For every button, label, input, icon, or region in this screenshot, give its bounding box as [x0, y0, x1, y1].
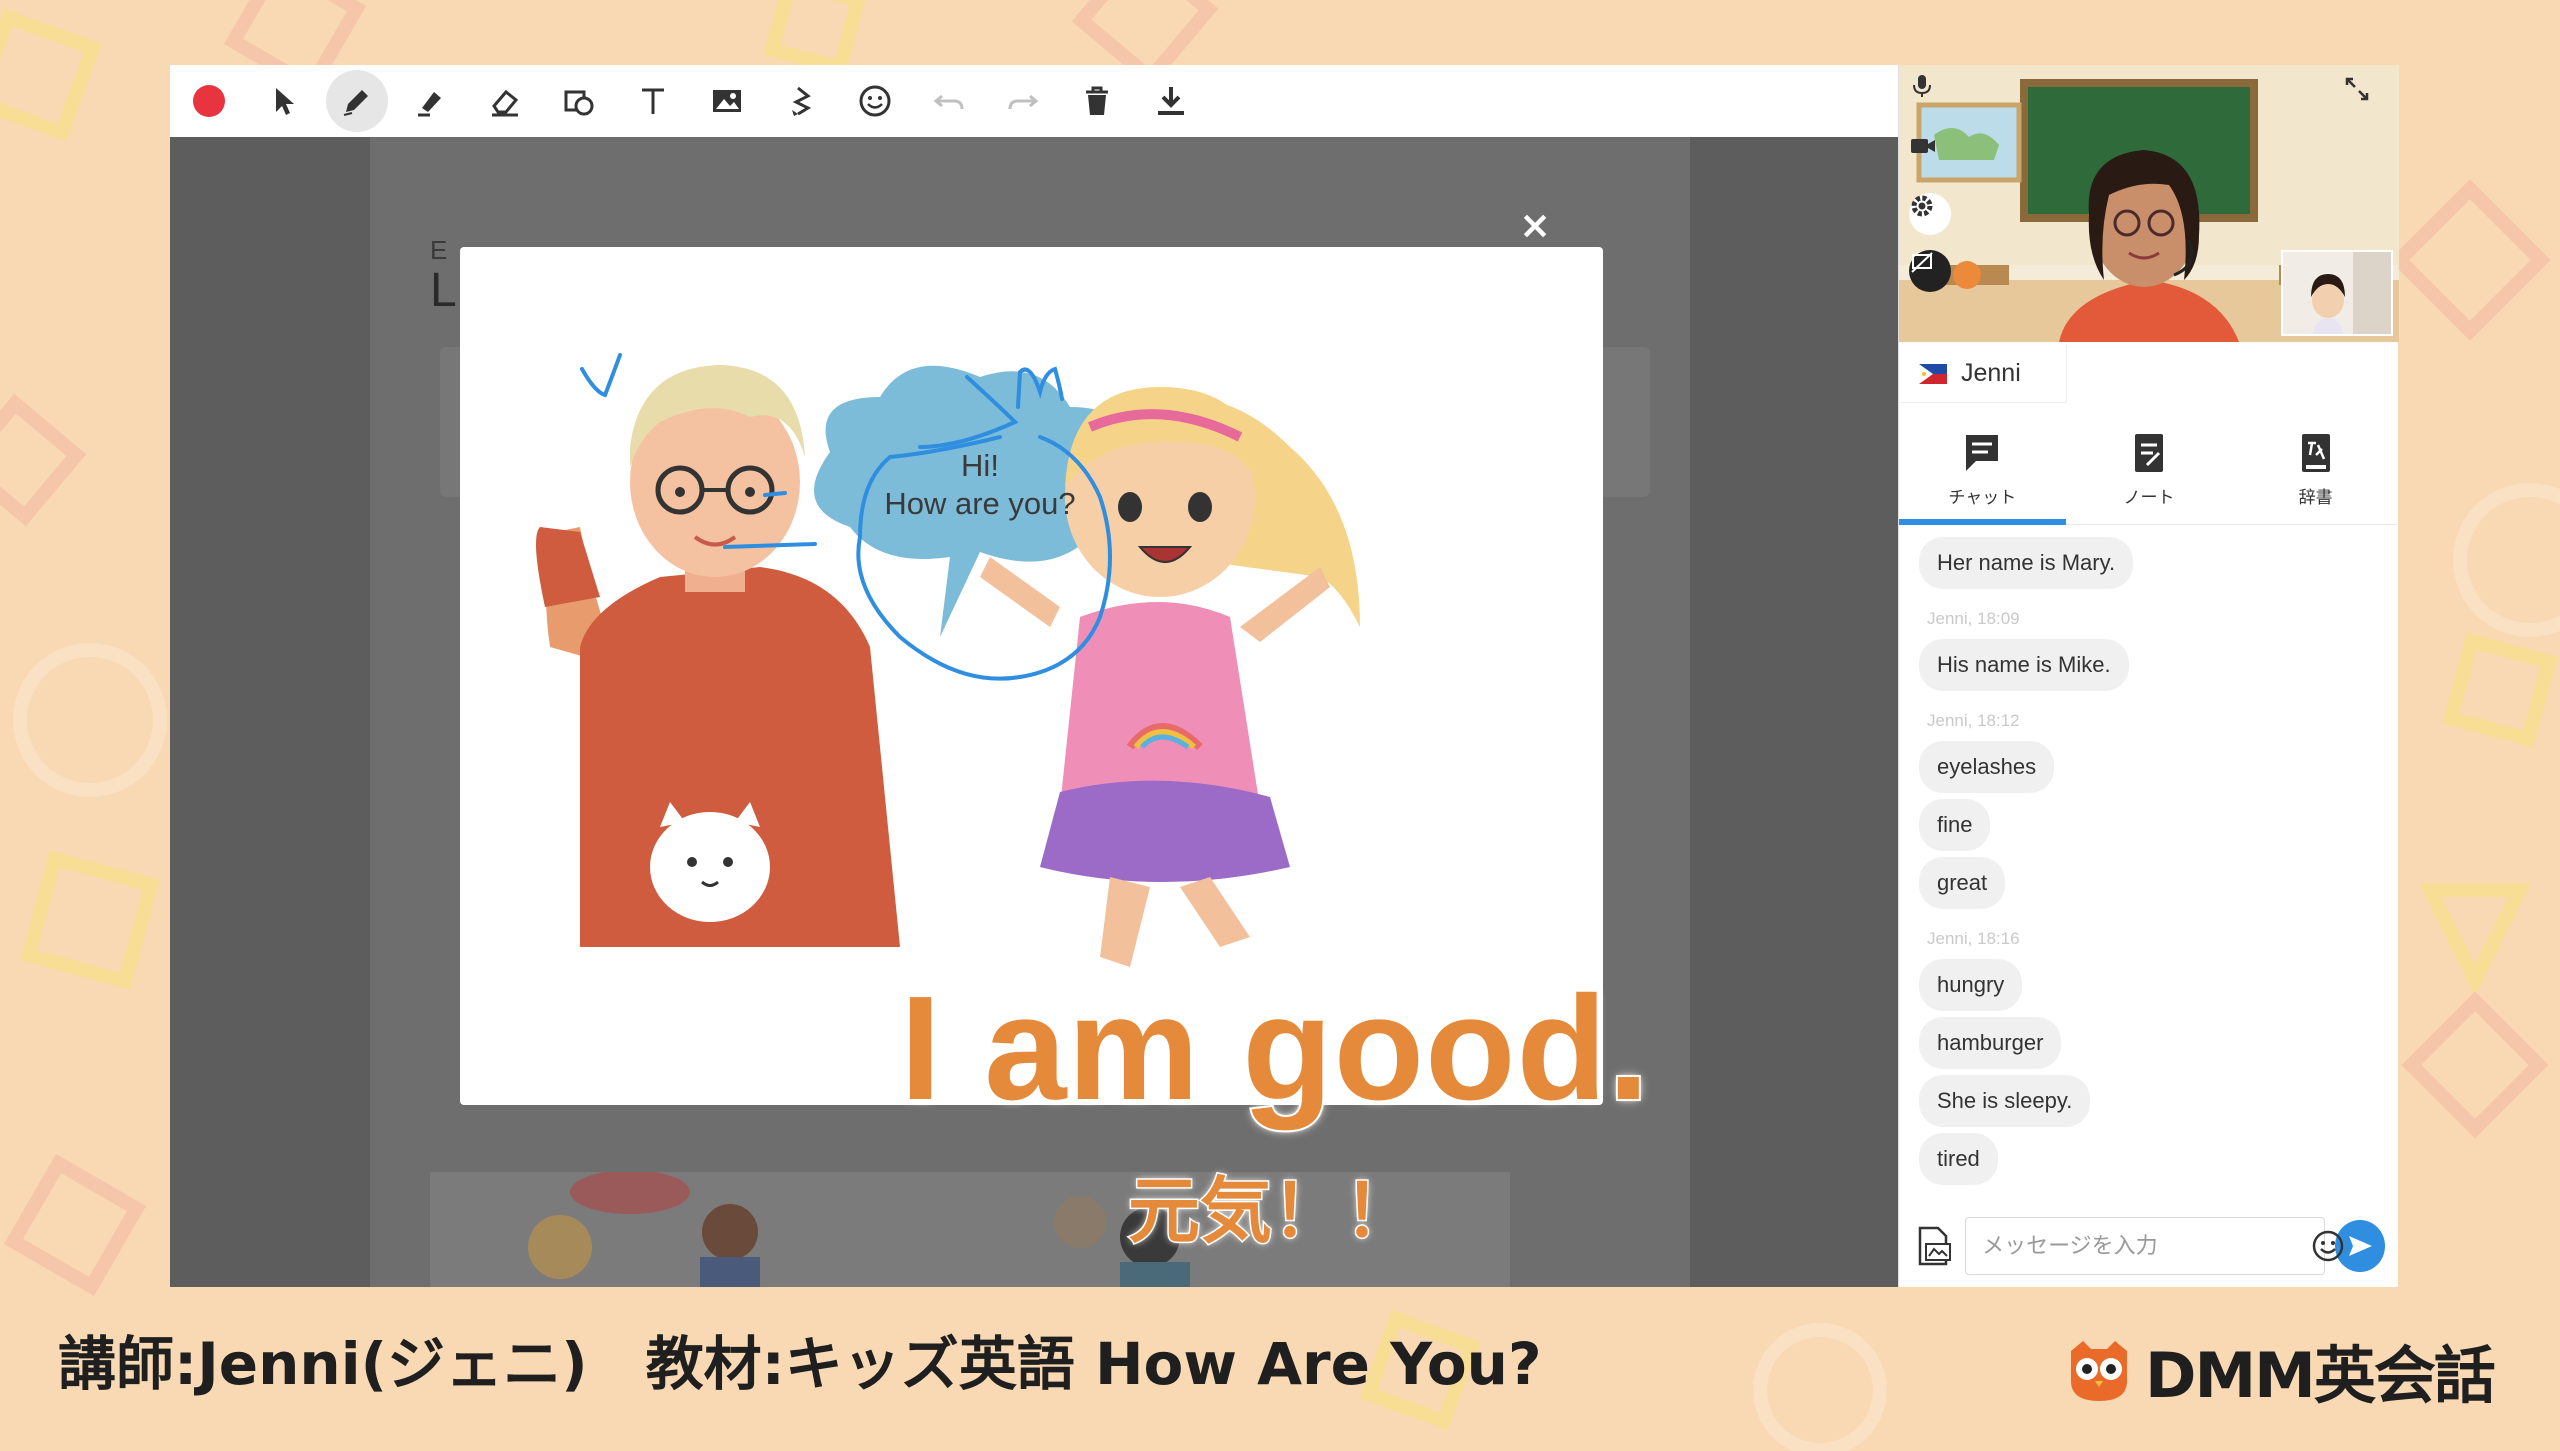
video-camera-icon	[1911, 139, 1935, 153]
tab-dictionary[interactable]: 辞書	[2232, 415, 2399, 524]
send-icon	[2349, 1236, 2373, 1256]
download-icon	[1158, 87, 1184, 115]
eraser-icon	[492, 89, 519, 117]
philippines-flag-icon	[1919, 363, 1947, 384]
trash-icon	[1086, 86, 1108, 115]
marker-tool-button[interactable]	[400, 70, 462, 132]
panel-tabs: チャット ノート 辞書	[1899, 415, 2399, 525]
undo-icon	[933, 94, 964, 110]
highlighter-icon	[418, 92, 441, 117]
chat-message-list[interactable]: Her name is Mary. Jenni, 18:09 His name …	[1899, 525, 2399, 1195]
image-tool-button[interactable]	[696, 70, 758, 132]
chat-message: fine	[1919, 799, 1991, 851]
emoji-icon	[2312, 1230, 2344, 1262]
screen-share-off-button[interactable]	[1909, 250, 1951, 292]
owl-logo-icon	[2071, 1341, 2127, 1401]
message-group: Jenni, 18:09 His name is Mike.	[1919, 609, 2379, 697]
tab-dictionary-label: 辞書	[2298, 488, 2333, 508]
japanese-caption: 元気！！	[1126, 1169, 1417, 1253]
shape-tool-button[interactable]	[548, 70, 610, 132]
chat-message: Her name is Mary.	[1919, 537, 2134, 589]
message-sender-time: Jenni, 18:12	[1927, 711, 2020, 730]
emoji-picker-button[interactable]	[2307, 1225, 2349, 1267]
speech-bubble-text: Hi! How are you?	[850, 447, 1110, 523]
laser-tool-button[interactable]	[770, 70, 832, 132]
pen-tool-button[interactable]	[326, 70, 388, 132]
message-input[interactable]	[1965, 1217, 2326, 1275]
undo-button[interactable]	[918, 70, 980, 132]
modal-close-button[interactable]: ×	[1515, 205, 1555, 245]
message-sender-time: Jenni, 18:16	[1927, 929, 2020, 948]
chat-composer	[1899, 1205, 2399, 1287]
chat-message: great	[1919, 857, 2006, 909]
emoji-icon	[859, 85, 891, 117]
record-icon	[193, 85, 225, 117]
expand-video-button[interactable]	[2343, 75, 2387, 119]
whiteboard-toolbar	[170, 65, 1898, 137]
attach-pdf-button[interactable]	[1913, 1223, 1957, 1269]
message-group: Her name is Mary.	[1919, 537, 2379, 595]
gear-icon	[1911, 195, 1933, 217]
redo-icon	[1008, 94, 1039, 110]
chat-message: hungry	[1919, 959, 2023, 1011]
dmm-eikaiwa-logo: DMM英会話	[2065, 1325, 2496, 1415]
teacher-name: Jenni	[1961, 359, 2021, 387]
message-group: Jenni, 18:12 eyelashes fine great	[1919, 711, 2379, 915]
record-button[interactable]	[178, 70, 240, 132]
chat-message: His name is Mike.	[1919, 639, 2129, 691]
tab-note-label: ノート	[2123, 488, 2175, 508]
brand-name: DMM英会話	[2145, 1339, 2496, 1412]
redo-button[interactable]	[992, 70, 1054, 132]
microphone-icon	[1913, 75, 1931, 97]
chat-icon	[1966, 435, 1999, 471]
camera-button[interactable]	[1909, 133, 1951, 175]
right-side-panel: Jenni チャット ノート 辞書 Her name is Mary. Jenn…	[1898, 65, 2399, 1287]
page-section-fragment: E	[430, 235, 448, 265]
student-video-frame	[2283, 252, 2391, 334]
student-self-view	[2281, 250, 2393, 336]
expand-icon	[2345, 77, 2369, 101]
pointer-icon	[276, 88, 294, 115]
settings-button[interactable]	[1909, 193, 1951, 235]
laser-pointer-icon	[792, 86, 812, 116]
english-caption: I am good.	[898, 966, 1651, 1131]
note-icon	[2135, 434, 2163, 472]
teacher-name-tag: Jenni	[1899, 345, 2067, 403]
delete-button[interactable]	[1066, 70, 1128, 132]
page-heading-fragment: E L	[430, 237, 457, 315]
tab-chat-label: チャット	[1948, 488, 2017, 508]
text-tool-button[interactable]	[622, 70, 684, 132]
image-icon	[713, 90, 741, 112]
pdf-attach-icon	[1918, 1226, 1952, 1266]
chat-message: She is sleepy.	[1919, 1075, 2091, 1127]
teacher-video-feed	[1899, 65, 2399, 342]
text-icon	[642, 88, 664, 114]
page-title-fragment: L	[430, 264, 457, 317]
bubble-line-hi: Hi!	[961, 448, 999, 483]
sticker-tool-button[interactable]	[844, 70, 906, 132]
tab-chat[interactable]: チャット	[1899, 415, 2066, 525]
chat-message: eyelashes	[1919, 741, 2055, 793]
download-button[interactable]	[1140, 70, 1202, 132]
microphone-button[interactable]	[1909, 73, 1951, 115]
chat-message: hamburger	[1919, 1017, 2062, 1069]
message-sender-time: Jenni, 18:09	[1927, 609, 2020, 628]
tab-note[interactable]: ノート	[2066, 415, 2233, 524]
lesson-info-caption: 講師:Jenni(ジェニ) 教材:キッズ英語 How Are You?	[58, 1330, 1542, 1398]
screen-share-off-icon	[1911, 252, 1933, 273]
pen-icon	[343, 90, 368, 116]
dictionary-icon	[2301, 434, 2330, 472]
shape-icon	[564, 90, 594, 116]
select-tool-button[interactable]	[252, 70, 314, 132]
chat-message: tired	[1919, 1133, 1998, 1185]
bubble-line-question: How are you?	[884, 485, 1076, 521]
message-group: Jenni, 18:16 hungry hamburger She is sle…	[1919, 929, 2379, 1191]
eraser-tool-button[interactable]	[474, 70, 536, 132]
